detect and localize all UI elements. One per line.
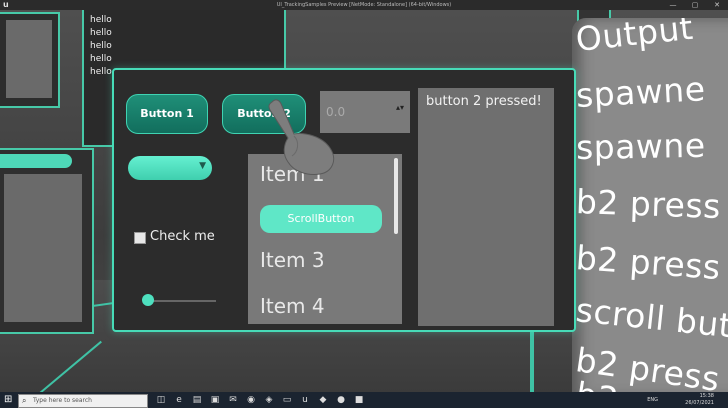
slider-thumb[interactable]: [142, 294, 154, 306]
output-line: b2 press: [574, 238, 722, 288]
check-me-label: Check me: [150, 229, 215, 244]
list-scrollbar[interactable]: [394, 158, 398, 234]
taskbar: ⊞ ⌕ Type here to search ◫ e ▤ ▣ ✉ ◉ ◈ ▭ …: [0, 392, 728, 408]
edge-icon[interactable]: e: [174, 395, 184, 405]
output-text-box: button 2 pressed!: [418, 88, 554, 326]
app-icon[interactable]: ●: [336, 395, 346, 405]
task-view-icon[interactable]: ◫: [156, 395, 166, 405]
maximize-button[interactable]: ▢: [684, 0, 706, 10]
hello-text: hello: [90, 28, 112, 38]
output-line: scroll but: [574, 290, 728, 346]
background-panel: [0, 12, 60, 108]
spin-arrows-icon[interactable]: ▴▾: [396, 104, 404, 112]
vr-scene: hello hello hello hello hello Output spa…: [0, 0, 728, 392]
minimize-button[interactable]: —: [662, 0, 684, 10]
hello-text: hello: [90, 67, 112, 77]
store-icon[interactable]: ▣: [210, 395, 220, 405]
clock-time: 15:38: [699, 393, 714, 399]
app-icon[interactable]: ■: [354, 395, 364, 405]
clock[interactable]: 15:38 26/07/2021: [660, 393, 714, 407]
list-item-3[interactable]: Item 3: [260, 248, 325, 272]
output-line: spawne: [574, 69, 707, 115]
mail-icon[interactable]: ✉: [228, 395, 238, 405]
chrome-icon[interactable]: ◉: [246, 395, 256, 405]
background-panel: [0, 148, 94, 334]
clock-date: 26/07/2021: [685, 400, 714, 406]
check-me-checkbox[interactable]: [134, 232, 146, 244]
scroll-button[interactable]: ScrollButton: [260, 205, 382, 233]
combo-box[interactable]: ▼: [128, 156, 212, 180]
chevron-down-icon: ▼: [199, 161, 206, 171]
floor-edge-line: [530, 330, 534, 392]
language-indicator[interactable]: ENG: [647, 397, 658, 403]
hello-list: hello hello hello hello hello: [90, 14, 112, 79]
hello-text: hello: [90, 41, 112, 51]
vr-hand-pointer: [268, 99, 335, 175]
window-title-bar: u UI_TrackingSamples Preview [NetMode: S…: [0, 0, 728, 10]
close-button[interactable]: ✕: [706, 0, 728, 10]
taskbar-search[interactable]: ⌕ Type here to search: [18, 394, 148, 408]
output-title: Output: [573, 18, 695, 59]
search-placeholder: Type here to search: [33, 397, 92, 404]
background-bar: [0, 154, 72, 168]
output-line: b2 press: [575, 182, 722, 227]
windows-start-icon[interactable]: ⊞: [4, 395, 14, 405]
file-explorer-icon[interactable]: ▤: [192, 395, 202, 405]
app-icon[interactable]: ◆: [318, 395, 328, 405]
button-1[interactable]: Button 1: [126, 94, 208, 134]
hello-text: hello: [90, 54, 112, 64]
window-title: UI_TrackingSamples Preview [NetMode: Sta…: [276, 2, 452, 8]
system-tray: ENG 15:38 26/07/2021: [602, 392, 722, 408]
output-message: button 2 pressed!: [426, 94, 542, 109]
vs-icon[interactable]: ◈: [264, 395, 274, 405]
hello-text: hello: [90, 15, 112, 25]
list-item-4[interactable]: Item 4: [260, 294, 325, 318]
widget-panel: Button 1 Button 2 0.0 ▴▾ ▼ Check me Item…: [112, 68, 576, 332]
search-icon: ⌕: [22, 396, 27, 405]
output-line: spawne: [575, 125, 706, 167]
ue-icon[interactable]: u: [300, 395, 310, 405]
terminal-icon[interactable]: ▭: [282, 395, 292, 405]
slider-track[interactable]: [150, 300, 216, 302]
output-log-panel: Output spawne spawne b2 press b2 press s…: [572, 18, 728, 392]
